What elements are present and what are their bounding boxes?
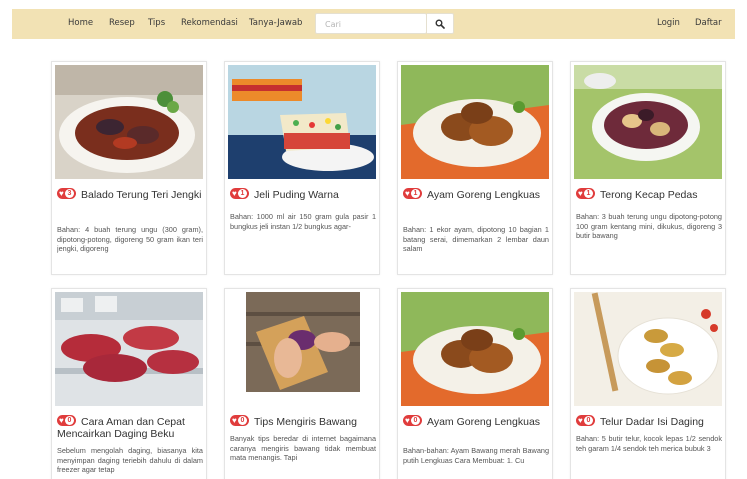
recipe-card[interactable]: ♥ 1 Ayam Goreng Lengkuas Bahan: 1 ekor aya… bbox=[397, 61, 553, 275]
recipe-description: Bahan: 5 butir telur, kocok lepas 1/2 se… bbox=[576, 434, 722, 453]
like-badge[interactable]: ♥ 0 bbox=[403, 415, 422, 426]
recipe-description: Bahan: 1000 ml air 150 gram gula pasir 1… bbox=[230, 212, 376, 231]
recipe-title[interactable]: ♥ 0 Ayam Goreng Lengkuas bbox=[403, 415, 549, 428]
recipe-title-text[interactable]: Ayam Goreng Lengkuas bbox=[427, 189, 540, 201]
search-button[interactable] bbox=[427, 13, 454, 34]
like-badge[interactable]: ♥ 1 bbox=[576, 188, 595, 199]
like-count: 1 bbox=[411, 189, 420, 198]
search-icon bbox=[435, 19, 445, 29]
recipe-title-text[interactable]: Telur Dadar Isi Daging bbox=[600, 416, 704, 428]
like-count: 0 bbox=[238, 416, 247, 425]
recipe-description: Bahan: 4 buah terung ungu (300 gram), di… bbox=[57, 225, 203, 254]
nav-resep-link[interactable]: Resep bbox=[109, 18, 135, 28]
like-badge[interactable]: ♥ 3 bbox=[57, 188, 76, 199]
recipe-title[interactable]: ♥ 1 Jeli Puding Warna bbox=[230, 188, 376, 201]
recipe-description: Banyak tips beredar di internet bagaiman… bbox=[230, 434, 376, 463]
top-navbar: Home Resep Tips Rekomendasi Tanya-Jawab … bbox=[12, 9, 735, 39]
like-badge[interactable]: ♥ 0 bbox=[57, 415, 76, 426]
recipe-image[interactable] bbox=[228, 292, 376, 406]
recipe-image[interactable] bbox=[401, 65, 549, 179]
recipe-image[interactable] bbox=[55, 292, 203, 406]
nav-home-link[interactable]: Home bbox=[68, 18, 93, 28]
register-link[interactable]: Daftar bbox=[695, 18, 722, 28]
like-badge[interactable]: ♥ 1 bbox=[403, 188, 422, 199]
recipe-title-text[interactable]: Terong Kecap Pedas bbox=[600, 189, 697, 201]
like-count: 1 bbox=[584, 189, 593, 198]
recipe-title[interactable]: ♥ 0 Telur Dadar Isi Daging bbox=[576, 415, 722, 428]
like-count: 0 bbox=[584, 416, 593, 425]
recipe-description: Bahan-bahan: Ayam Bawang merah Bawang pu… bbox=[403, 446, 549, 465]
recipe-image[interactable] bbox=[55, 65, 203, 179]
like-count: 1 bbox=[238, 189, 247, 198]
nav-rekomendasi-link[interactable]: Rekomendasi bbox=[181, 18, 238, 28]
recipe-card[interactable]: ♥ 0 Cara Aman dan Cepat Mencairkan Daging … bbox=[51, 288, 207, 479]
recipe-description: Bahan: 1 ekor ayam, dipotong 10 bagian 1… bbox=[403, 225, 549, 254]
recipe-card[interactable]: ♥ 0 Telur Dadar Isi Daging Bahan: 5 butir … bbox=[570, 288, 726, 479]
recipe-image[interactable] bbox=[228, 65, 376, 179]
search-input[interactable]: Cari bbox=[315, 13, 427, 34]
like-badge[interactable]: ♥ 0 bbox=[576, 415, 595, 426]
recipe-image[interactable] bbox=[401, 292, 549, 406]
recipe-card[interactable]: ♥ 1 Terong Kecap Pedas Bahan: 3 buah terun… bbox=[570, 61, 726, 275]
nav-tips-link[interactable]: Tips bbox=[148, 18, 165, 28]
heart-icon: ♥ bbox=[578, 416, 583, 425]
recipe-title-text[interactable]: Cara Aman dan Cepat Mencairkan Daging Be… bbox=[57, 416, 185, 440]
login-link[interactable]: Login bbox=[657, 18, 680, 28]
like-badge[interactable]: ♥ 1 bbox=[230, 188, 249, 199]
heart-icon: ♥ bbox=[59, 416, 64, 425]
nav-tanya-jawab-link[interactable]: Tanya-Jawab bbox=[249, 18, 302, 28]
recipe-title[interactable]: ♥ 0 Cara Aman dan Cepat Mencairkan Daging … bbox=[57, 415, 203, 440]
heart-icon: ♥ bbox=[405, 189, 410, 198]
recipe-title[interactable]: ♥ 1 Terong Kecap Pedas bbox=[576, 188, 722, 201]
recipe-title[interactable]: ♥ 1 Ayam Goreng Lengkuas bbox=[403, 188, 549, 201]
recipe-image[interactable] bbox=[574, 65, 722, 179]
heart-icon: ♥ bbox=[578, 189, 583, 198]
recipe-card[interactable]: ♥ 3 Balado Terung Teri Jengki Bahan: 4 bua… bbox=[51, 61, 207, 275]
recipe-title-text[interactable]: Jeli Puding Warna bbox=[254, 189, 339, 201]
heart-icon: ♥ bbox=[59, 189, 64, 198]
recipe-title[interactable]: ♥ 0 Tips Mengiris Bawang bbox=[230, 415, 376, 428]
recipe-card[interactable]: ♥ 0 Ayam Goreng Lengkuas Bahan-bahan: Ayam… bbox=[397, 288, 553, 479]
like-count: 3 bbox=[65, 189, 74, 198]
heart-icon: ♥ bbox=[405, 416, 410, 425]
like-count: 0 bbox=[65, 416, 74, 425]
like-badge[interactable]: ♥ 0 bbox=[230, 415, 249, 426]
recipe-image[interactable] bbox=[574, 292, 722, 406]
recipe-card[interactable]: ♥ 1 Jeli Puding Warna Bahan: 1000 ml air 1… bbox=[224, 61, 380, 275]
recipe-title-text[interactable]: Ayam Goreng Lengkuas bbox=[427, 416, 540, 428]
heart-icon: ♥ bbox=[232, 416, 237, 425]
recipe-description: Sebelum mengolah daging, biasanya kita m… bbox=[57, 446, 203, 475]
recipe-title-text[interactable]: Tips Mengiris Bawang bbox=[254, 416, 357, 428]
like-count: 0 bbox=[411, 416, 420, 425]
recipe-card[interactable]: ♥ 0 Tips Mengiris Bawang Banyak tips bered… bbox=[224, 288, 380, 479]
recipe-title-text[interactable]: Balado Terung Teri Jengki bbox=[81, 189, 201, 201]
recipe-title[interactable]: ♥ 3 Balado Terung Teri Jengki bbox=[57, 188, 203, 201]
recipe-description: Bahan: 3 buah terung ungu dipotong-poton… bbox=[576, 212, 722, 241]
heart-icon: ♥ bbox=[232, 189, 237, 198]
